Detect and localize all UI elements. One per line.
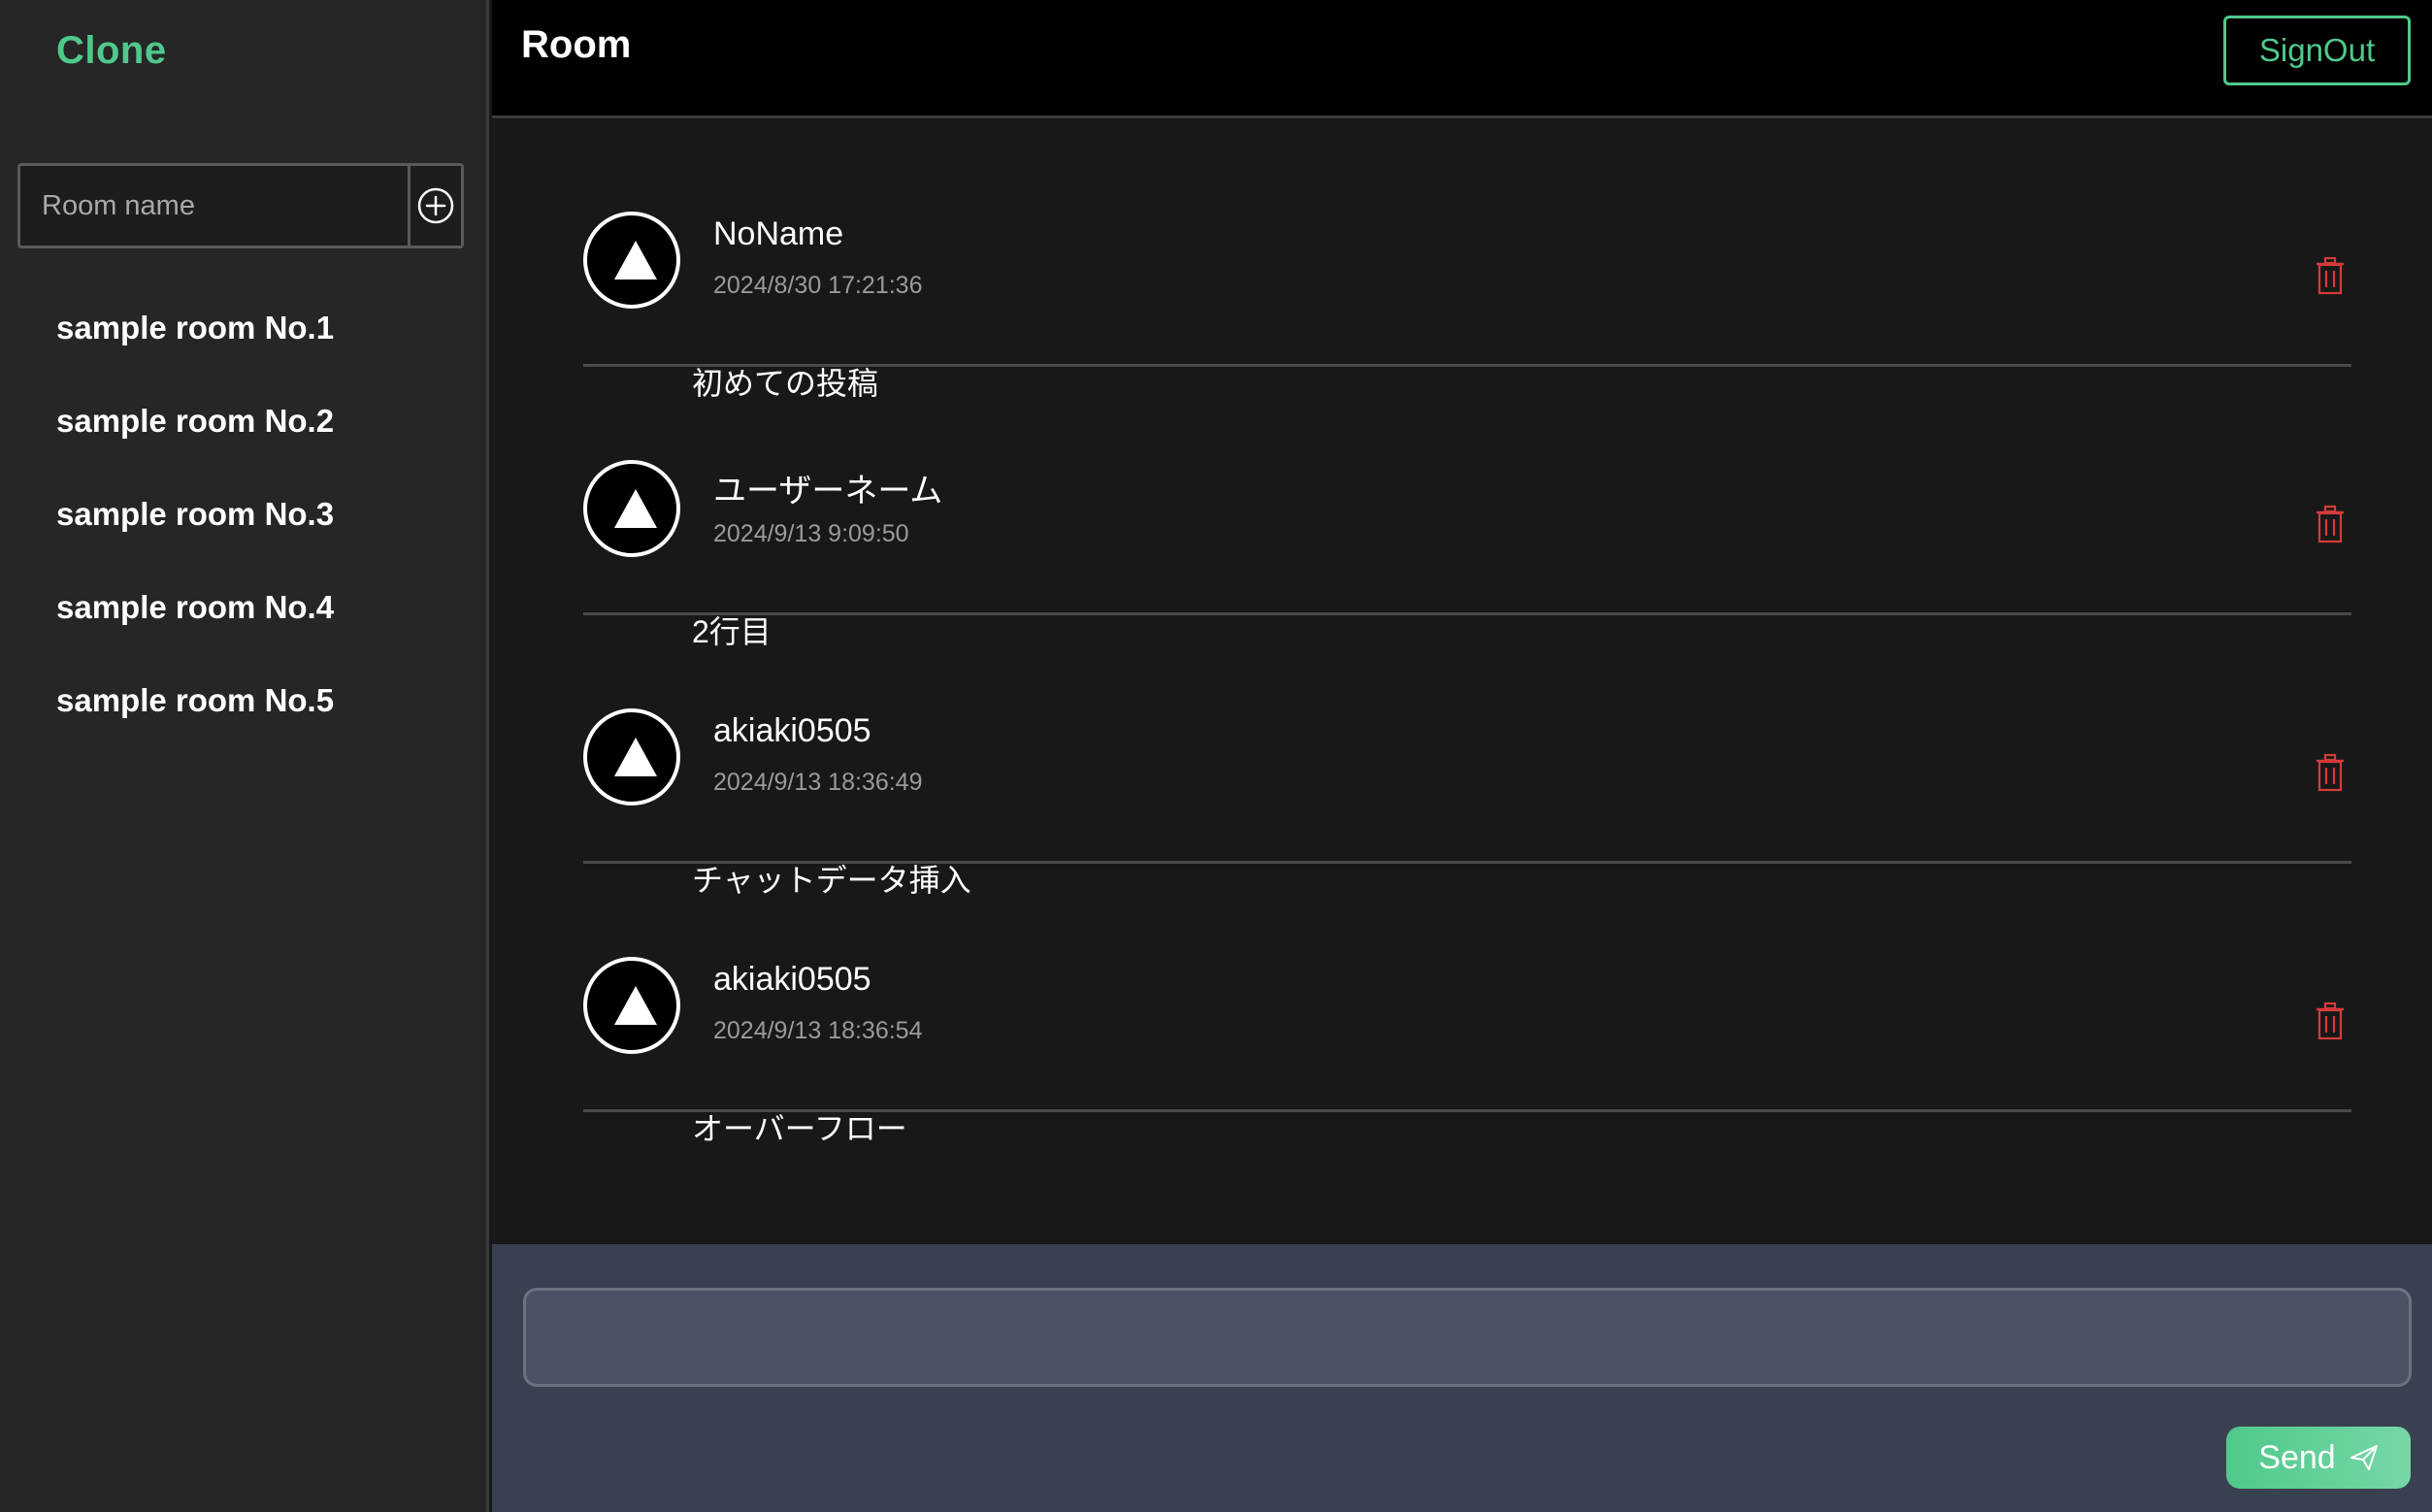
message-text: オーバーフロー bbox=[692, 1111, 907, 1146]
message-item: akiaki0505 2024/9/13 18:36:54 オーバーフロー bbox=[583, 864, 2351, 1146]
triangle-icon bbox=[614, 241, 657, 279]
trash-icon bbox=[2317, 753, 2344, 791]
message-timestamp: 2024/8/30 17:21:36 bbox=[713, 272, 923, 299]
trash-icon bbox=[2317, 505, 2344, 542]
message-item: akiaki0505 2024/9/13 18:36:49 チャットデータ挿入 bbox=[583, 615, 2351, 898]
message-timestamp: 2024/9/13 9:09:50 bbox=[713, 520, 909, 547]
add-room-button[interactable] bbox=[408, 166, 461, 246]
avatar bbox=[583, 212, 680, 309]
delete-message-button[interactable] bbox=[2311, 751, 2350, 796]
trash-icon bbox=[2317, 256, 2344, 294]
delete-message-button[interactable] bbox=[2311, 254, 2350, 299]
new-room-form bbox=[17, 163, 464, 248]
sidebar-room-1[interactable]: sample room No.1 bbox=[0, 281, 485, 375]
message-item: ユーザーネーム 2024/9/13 9:09:50 2行目 bbox=[583, 367, 2351, 649]
send-button[interactable]: Send bbox=[2226, 1427, 2411, 1489]
signout-button[interactable]: SignOut bbox=[2223, 16, 2411, 85]
send-button-label: Send bbox=[2258, 1438, 2336, 1476]
room-list: sample room No.1 sample room No.2 sample… bbox=[0, 281, 485, 747]
message-username: akiaki0505 bbox=[713, 712, 871, 749]
avatar bbox=[583, 460, 680, 557]
triangle-icon bbox=[614, 738, 657, 776]
sidebar-room-2[interactable]: sample room No.2 bbox=[0, 375, 485, 468]
message-list: NoName 2024/8/30 17:21:36 初めての投稿 ユーザーネーム… bbox=[492, 118, 2432, 1244]
delete-message-button[interactable] bbox=[2311, 503, 2350, 547]
triangle-icon bbox=[614, 489, 657, 528]
message-timestamp: 2024/9/13 18:36:54 bbox=[713, 1017, 923, 1044]
avatar bbox=[583, 957, 680, 1054]
message-username: NoName bbox=[713, 215, 844, 252]
avatar bbox=[583, 708, 680, 805]
sidebar: Clone sample room No.1 sample room No.2 … bbox=[0, 0, 489, 1512]
delete-message-button[interactable] bbox=[2311, 1000, 2350, 1044]
triangle-icon bbox=[614, 986, 657, 1025]
room-name-input[interactable] bbox=[20, 166, 408, 246]
message-composer: Send bbox=[492, 1244, 2432, 1512]
paper-plane-icon bbox=[2350, 1445, 2378, 1470]
app-brand: Clone bbox=[56, 29, 167, 72]
message-username: akiaki0505 bbox=[713, 961, 871, 998]
trash-icon bbox=[2317, 1002, 2344, 1039]
sidebar-room-4[interactable]: sample room No.4 bbox=[0, 561, 485, 654]
sidebar-room-3[interactable]: sample room No.3 bbox=[0, 468, 485, 561]
room-header: Room SignOut bbox=[492, 0, 2432, 118]
message-timestamp: 2024/9/13 18:36:49 bbox=[713, 769, 923, 796]
plus-circle-icon bbox=[417, 187, 454, 224]
message-input[interactable] bbox=[523, 1288, 2412, 1387]
message-item: NoName 2024/8/30 17:21:36 初めての投稿 bbox=[583, 118, 2351, 401]
message-username: ユーザーネーム bbox=[713, 473, 943, 509]
sidebar-room-5[interactable]: sample room No.5 bbox=[0, 654, 485, 747]
room-title: Room bbox=[521, 23, 632, 66]
